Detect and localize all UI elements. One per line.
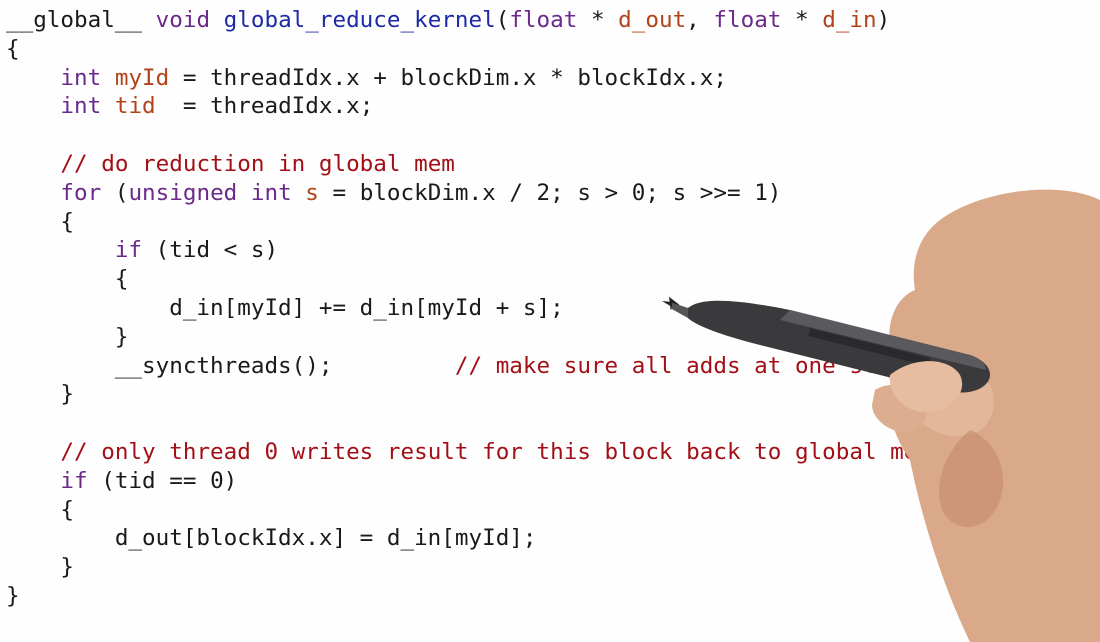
code-line: if (tid == 0)	[6, 467, 1053, 496]
code-line: __syncthreads(); // make sure all adds a…	[6, 352, 1054, 381]
code-token: (	[101, 179, 129, 206]
code-token: void	[155, 7, 224, 33]
code-token: }	[6, 554, 75, 581]
code-token: d_in[myId] += d_in[myId + s];	[6, 294, 564, 321]
code-line: d_in[myId] += d_in[myId + s];	[6, 294, 1053, 323]
code-token: __syncthreads();	[6, 352, 455, 379]
code-token: (	[495, 7, 510, 33]
code-token: d_out	[618, 7, 687, 33]
code-line: }	[6, 582, 1053, 611]
code-token: if	[60, 467, 88, 494]
code-line: for (unsigned int s = blockDim.x / 2; s …	[6, 179, 1053, 208]
code-token: if	[114, 237, 143, 264]
code-line: }	[6, 323, 1053, 352]
code-token: = threadIdx.x;	[155, 93, 374, 120]
code-listing: __global__ void global_reduce_kernel(flo…	[6, 6, 1053, 611]
code-token: for	[60, 179, 102, 206]
code-line: {	[6, 265, 1053, 294]
code-line: {	[6, 496, 1053, 525]
code-line: int tid = threadIdx.x;	[6, 92, 1053, 121]
code-token: (tid < s)	[142, 237, 279, 264]
code-token: ,	[686, 7, 714, 33]
code-token: // make sure all adds at one stage are d…	[454, 352, 1054, 379]
code-token: }	[6, 582, 20, 609]
code-token: __global__	[6, 7, 156, 33]
code-line: {	[6, 208, 1053, 237]
code-token: }	[6, 323, 129, 350]
code-line: }	[6, 380, 1053, 409]
code-token: int	[60, 64, 115, 91]
code-token: unsigned int	[128, 179, 306, 206]
code-token: {	[6, 496, 75, 523]
code-line: int myId = threadIdx.x + blockDim.x * bl…	[6, 64, 1053, 93]
code-line: // do reduction in global mem	[6, 150, 1053, 179]
code-token: tid	[114, 93, 156, 120]
code-token: float	[713, 7, 782, 33]
code-token: }	[6, 381, 75, 408]
code-token: global_reduce_kernel	[223, 7, 496, 33]
code-token: // do reduction in global mem	[60, 150, 455, 177]
code-token: *	[781, 7, 823, 33]
code-token: float	[509, 7, 578, 33]
code-line: d_out[blockIdx.x] = d_in[myId];	[6, 524, 1053, 553]
code-token: // only thread 0 writes result for this …	[60, 438, 931, 465]
code-line: __global__ void global_reduce_kernel(flo…	[6, 6, 1053, 35]
code-token: {	[6, 35, 20, 62]
code-token: = threadIdx.x + blockDim.x * blockIdx.x;	[169, 64, 727, 91]
code-token: {	[6, 208, 75, 235]
code-token: {	[6, 266, 129, 293]
code-token: (tid == 0)	[87, 467, 238, 494]
code-line: if (tid < s)	[6, 236, 1053, 265]
code-token: *	[577, 7, 619, 33]
code-line: {	[6, 35, 1053, 64]
code-token: )	[876, 7, 891, 33]
code-token: int	[60, 93, 115, 120]
code-token: myId	[114, 64, 170, 91]
code-token: = blockDim.x / 2; s > 0; s >>= 1)	[318, 179, 782, 206]
code-token: d_in	[822, 7, 877, 33]
code-line: }	[6, 553, 1053, 582]
code-token: s	[305, 179, 319, 206]
code-line: // only thread 0 writes result for this …	[6, 438, 1053, 467]
video-frame: __global__ void global_reduce_kernel(flo…	[0, 0, 1100, 642]
code-token: d_out[blockIdx.x] = d_in[myId];	[6, 525, 537, 552]
